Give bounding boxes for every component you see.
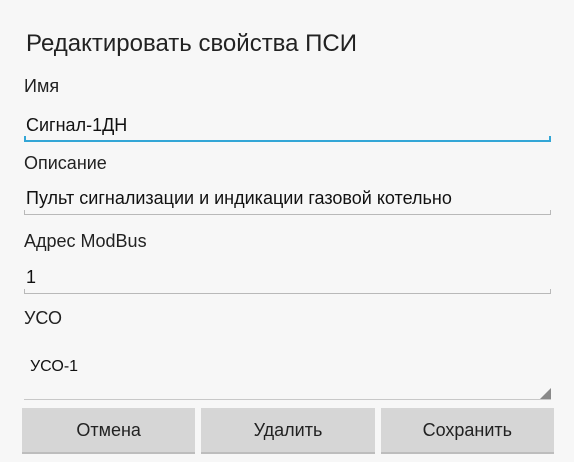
modbus-address-label: Адрес ModBus [24,231,147,251]
uso-spinner[interactable]: УСО-1 [24,336,551,400]
name-underline [24,140,551,142]
delete-button[interactable]: Удалить [201,408,375,454]
name-tick-right [549,136,551,142]
description-label: Описание [24,153,107,173]
name-value: Сигнал-1ДН [26,115,128,135]
description-tick-left [24,210,25,215]
uso-selected-value: УСО-1 [30,358,79,375]
edit-psi-dialog: Редактировать свойства ПСИ Имя Сигнал-1Д… [0,0,574,462]
name-tick-left [24,136,26,142]
description-field[interactable]: Пульт сигнализации и индикации газовой к… [24,188,551,215]
description-tick-right [550,210,551,215]
cancel-button[interactable]: Отмена [22,408,196,454]
name-label: Имя [24,76,60,96]
modbus-address-value: 1 [26,267,37,287]
spinner-dropdown-icon [540,388,551,399]
modbus-tick-left [24,289,25,294]
modbus-address-field[interactable]: 1 [24,267,551,294]
modbus-address-underline [24,293,551,294]
button-bar: Отмена Удалить Сохранить [22,408,554,454]
uso-underline [24,399,551,400]
uso-label: УСО [24,308,63,328]
name-field[interactable]: Сигнал-1ДН [24,115,551,142]
dialog-title: Редактировать свойства ПСИ [26,30,358,57]
modbus-tick-right [550,289,551,294]
description-value: Пульт сигнализации и индикации газовой к… [26,188,452,208]
description-underline [24,214,551,215]
save-button[interactable]: Сохранить [380,408,554,454]
